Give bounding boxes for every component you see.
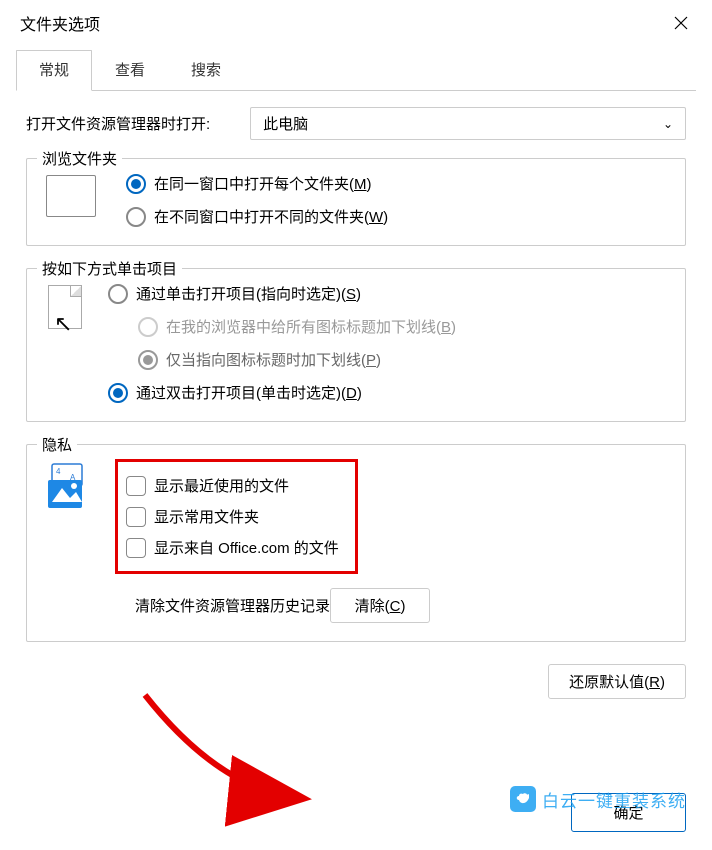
- radio-icon: [138, 317, 158, 337]
- dialog-title: 文件夹选项: [20, 11, 100, 35]
- clear-button[interactable]: 清除(C): [330, 588, 430, 623]
- tab-general[interactable]: 常规: [16, 50, 92, 91]
- chevron-down-icon: ⌄: [663, 117, 673, 131]
- watermark-logo-icon: [510, 786, 536, 812]
- cursor-document-icon: ↖: [46, 285, 88, 333]
- dialog-buttons: 确定 白云一键重装系统: [0, 793, 712, 832]
- radio-icon: [108, 383, 128, 403]
- click-fieldset: 按如下方式单击项目 ↖ 通过单击打开项目(指向时选定)(S) 在我的浏览器中给所…: [26, 268, 686, 422]
- restore-defaults-button[interactable]: 还原默认值(R): [548, 664, 686, 699]
- tab-search[interactable]: 搜索: [168, 50, 244, 91]
- privacy-highlight-box: 显示最近使用的文件 显示常用文件夹 显示来自 Office.com 的文件: [115, 459, 358, 574]
- folder-options-dialog: 文件夹选项 常规 查看 搜索 打开文件资源管理器时打开: 此电脑 ⌄ 浏览文件夹: [0, 0, 712, 850]
- radio-same-window[interactable]: 在同一窗口中打开每个文件夹(M): [126, 173, 388, 194]
- check-recent-files[interactable]: 显示最近使用的文件: [124, 470, 341, 501]
- clear-history-label: 清除文件资源管理器历史记录: [135, 595, 330, 616]
- click-legend: 按如下方式单击项目: [37, 258, 182, 279]
- open-with-row: 打开文件资源管理器时打开: 此电脑 ⌄: [26, 107, 686, 140]
- privacy-picture-icon: 4 A: [46, 462, 90, 510]
- browse-fieldset: 浏览文件夹 在同一窗口中打开每个文件夹(M) 在不同窗口中打开不同的文件夹(W): [26, 158, 686, 246]
- browse-legend: 浏览文件夹: [37, 148, 122, 169]
- tab-strip: 常规 查看 搜索: [0, 50, 712, 91]
- checkbox-icon: [126, 476, 146, 496]
- open-with-select[interactable]: 此电脑 ⌄: [250, 107, 686, 140]
- radio-icon: [138, 350, 158, 370]
- privacy-fieldset: 隐私 4 A 显示最近使用的文: [26, 444, 686, 642]
- svg-text:4: 4: [56, 467, 61, 476]
- open-with-value: 此电脑: [263, 113, 308, 134]
- checkbox-icon: [126, 538, 146, 558]
- check-office-files[interactable]: 显示来自 Office.com 的文件: [124, 532, 341, 563]
- radio-double-click[interactable]: 通过双击打开项目(单击时选定)(D): [108, 382, 456, 403]
- radio-icon: [108, 284, 128, 304]
- tab-view[interactable]: 查看: [92, 50, 168, 91]
- radio-diff-window[interactable]: 在不同窗口中打开不同的文件夹(W): [126, 206, 388, 227]
- privacy-legend: 隐私: [37, 434, 77, 455]
- radio-underline-point: 仅当指向图标标题时加下划线(P): [138, 349, 456, 370]
- radio-underline-all: 在我的浏览器中给所有图标标题加下划线(B): [138, 316, 456, 337]
- checkbox-icon: [126, 507, 146, 527]
- radio-single-click[interactable]: 通过单击打开项目(指向时选定)(S): [108, 283, 456, 304]
- check-frequent-folders[interactable]: 显示常用文件夹: [124, 501, 341, 532]
- titlebar: 文件夹选项: [0, 0, 712, 46]
- open-with-label: 打开文件资源管理器时打开:: [26, 113, 210, 134]
- radio-icon: [126, 207, 146, 227]
- radio-icon: [126, 174, 146, 194]
- tab-panel-general: 打开文件资源管理器时打开: 此电脑 ⌄ 浏览文件夹 在同一窗口中打开每个文件夹(…: [0, 91, 712, 709]
- close-button[interactable]: [666, 8, 696, 38]
- watermark: 白云一键重装系统: [510, 786, 686, 812]
- folder-window-icon: [46, 175, 96, 217]
